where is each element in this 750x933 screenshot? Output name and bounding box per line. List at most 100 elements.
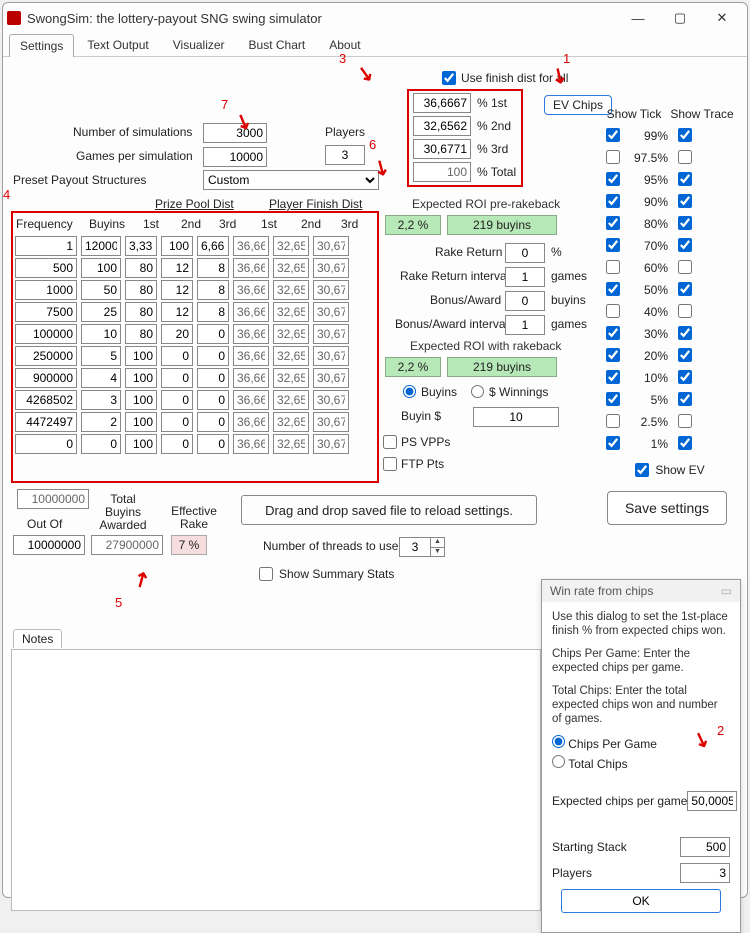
table-cell-input[interactable]	[161, 236, 193, 256]
pct-1st-input[interactable]	[413, 93, 471, 113]
table-cell-input[interactable]	[15, 280, 77, 300]
show-summary-checkbox[interactable]	[259, 567, 273, 581]
pct-3rd-input[interactable]	[413, 139, 471, 159]
show-tick-checkbox[interactable]	[606, 348, 620, 362]
table-cell-input[interactable]	[197, 280, 229, 300]
table-cell-input[interactable]	[161, 280, 193, 300]
show-tick-checkbox[interactable]	[606, 414, 620, 428]
show-trace-checkbox[interactable]	[678, 326, 692, 340]
show-tick-checkbox[interactable]	[606, 194, 620, 208]
table-cell-input[interactable]	[81, 412, 121, 432]
show-trace-checkbox[interactable]	[678, 348, 692, 362]
dialog-close-icon[interactable]: ▭	[721, 584, 732, 598]
tab-about[interactable]: About	[318, 33, 371, 56]
show-trace-checkbox[interactable]	[678, 414, 692, 428]
show-tick-checkbox[interactable]	[606, 260, 620, 274]
table-cell-input[interactable]	[197, 258, 229, 278]
table-cell-input[interactable]	[161, 346, 193, 366]
show-tick-checkbox[interactable]	[606, 282, 620, 296]
rake-interval-input[interactable]	[505, 267, 545, 287]
show-trace-checkbox[interactable]	[678, 194, 692, 208]
table-cell-input[interactable]	[161, 368, 193, 388]
show-trace-checkbox[interactable]	[678, 282, 692, 296]
tab-text-output[interactable]: Text Output	[76, 33, 159, 56]
show-trace-checkbox[interactable]	[678, 436, 692, 450]
ps-vpps-checkbox[interactable]	[383, 435, 397, 449]
tab-bust-chart[interactable]: Bust Chart	[238, 33, 317, 56]
table-cell-input[interactable]	[81, 236, 121, 256]
use-finish-dist-checkbox[interactable]	[442, 71, 456, 85]
show-tick-checkbox[interactable]	[606, 436, 620, 450]
show-trace-checkbox[interactable]	[678, 304, 692, 318]
table-cell-input[interactable]	[125, 302, 157, 322]
table-cell-input[interactable]	[15, 434, 77, 454]
preset-select[interactable]: Custom	[203, 170, 379, 190]
table-cell-input[interactable]	[81, 346, 121, 366]
pct-2nd-input[interactable]	[413, 116, 471, 136]
minimize-button[interactable]: —	[617, 4, 659, 32]
dialog-ok-button[interactable]: OK	[561, 889, 721, 913]
table-cell-input[interactable]	[161, 258, 193, 278]
show-trace-checkbox[interactable]	[678, 150, 692, 164]
table-cell-input[interactable]	[161, 390, 193, 410]
table-cell-input[interactable]	[125, 324, 157, 344]
players-input[interactable]	[325, 145, 365, 165]
show-tick-checkbox[interactable]	[606, 392, 620, 406]
table-cell-input[interactable]	[125, 390, 157, 410]
table-cell-input[interactable]	[125, 412, 157, 432]
table-cell-input[interactable]	[125, 236, 157, 256]
table-cell-input[interactable]	[125, 368, 157, 388]
table-cell-input[interactable]	[197, 434, 229, 454]
close-button[interactable]: ✕	[701, 4, 743, 32]
num-simulations-input[interactable]	[203, 123, 267, 143]
tab-settings[interactable]: Settings	[9, 34, 74, 57]
show-trace-checkbox[interactable]	[678, 370, 692, 384]
buyins-radio[interactable]	[403, 385, 416, 398]
table-cell-input[interactable]	[81, 368, 121, 388]
table-cell-input[interactable]	[81, 390, 121, 410]
show-trace-checkbox[interactable]	[678, 216, 692, 230]
table-cell-input[interactable]	[15, 258, 77, 278]
table-cell-input[interactable]	[15, 236, 77, 256]
show-tick-checkbox[interactable]	[606, 150, 620, 164]
table-cell-input[interactable]	[197, 302, 229, 322]
show-tick-checkbox[interactable]	[606, 128, 620, 142]
show-trace-checkbox[interactable]	[678, 260, 692, 274]
table-cell-input[interactable]	[161, 434, 193, 454]
chips-per-game-radio[interactable]	[552, 735, 565, 748]
show-trace-checkbox[interactable]	[678, 238, 692, 252]
drag-drop-area[interactable]: Drag and drop saved file to reload setti…	[241, 495, 537, 525]
buyin-dollar-input[interactable]	[473, 407, 559, 427]
table-cell-input[interactable]	[125, 280, 157, 300]
table-cell-input[interactable]	[15, 368, 77, 388]
table-cell-input[interactable]	[161, 324, 193, 344]
table-cell-input[interactable]	[15, 324, 77, 344]
show-tick-checkbox[interactable]	[606, 304, 620, 318]
winnings-radio[interactable]	[471, 385, 484, 398]
notes-tab[interactable]: Notes	[13, 629, 62, 648]
games-per-sim-input[interactable]	[203, 147, 267, 167]
table-cell-input[interactable]	[81, 324, 121, 344]
table-cell-input[interactable]	[161, 412, 193, 432]
show-tick-checkbox[interactable]	[606, 172, 620, 186]
table-cell-input[interactable]	[81, 302, 121, 322]
table-cell-input[interactable]	[125, 258, 157, 278]
save-settings-button[interactable]: Save settings	[607, 491, 727, 525]
table-cell-input[interactable]	[15, 412, 77, 432]
table-cell-input[interactable]	[81, 280, 121, 300]
table-cell-input[interactable]	[81, 434, 121, 454]
table-cell-input[interactable]	[15, 390, 77, 410]
maximize-button[interactable]: ▢	[659, 4, 701, 32]
show-tick-checkbox[interactable]	[606, 326, 620, 340]
threads-up[interactable]: ▲	[431, 538, 444, 548]
table-cell-input[interactable]	[197, 324, 229, 344]
table-cell-input[interactable]	[197, 368, 229, 388]
out-of-input[interactable]	[13, 535, 85, 555]
threads-down[interactable]: ▼	[431, 548, 444, 557]
show-trace-checkbox[interactable]	[678, 128, 692, 142]
show-tick-checkbox[interactable]	[606, 238, 620, 252]
rake-return-input[interactable]	[505, 243, 545, 263]
expected-chips-input[interactable]	[687, 791, 737, 811]
table-cell-input[interactable]	[15, 346, 77, 366]
table-cell-input[interactable]	[81, 258, 121, 278]
